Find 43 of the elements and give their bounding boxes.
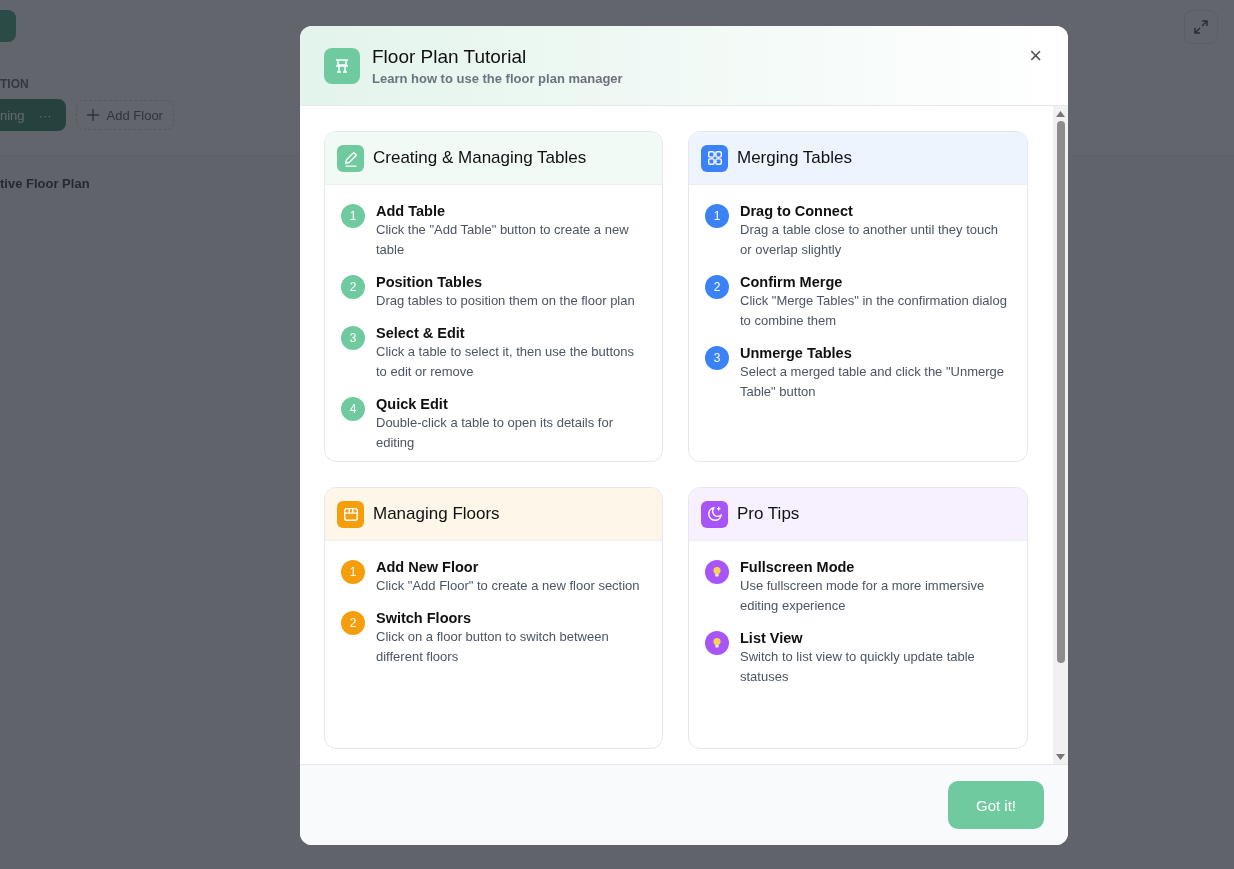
step-number: 2 [705,275,729,299]
step-title: Select & Edit [376,325,466,341]
step-title: Fullscreen Mode [740,559,856,575]
step-number: 3 [341,326,365,350]
step-number: 1 [341,560,365,584]
step-title: Unmerge Tables [740,345,853,361]
step-title: List View [740,630,804,646]
step-number: 2 [341,275,365,299]
scroll-down-icon[interactable] [1056,754,1065,760]
card-title: Creating & Managing Tables [373,148,587,168]
step-description: Click a table to select it, then use the buttons to edit or remove [376,343,635,381]
step-number: 1 [705,204,729,228]
step-description: Use fullscreen mode for a more immersive editing experience [740,577,986,615]
card-title: Managing Floors [373,504,500,524]
step-title: Add Table [376,203,446,219]
close-button[interactable]: × [1023,42,1048,70]
step-title: Confirm Merge [740,274,844,290]
step-description: Drag a table close to another until they touch or overlap slightly [740,221,999,259]
step-description: Click the "Add Table" button to create a new table [376,221,630,259]
step-title: Position Tables [376,274,484,290]
step-description: Switch to list view to quickly update table statuses [740,648,976,686]
step-description: Click on a floor button to switch between different floors [376,628,610,666]
step-description: Click "Merge Tables" in the confirmation dialog to combine them [740,292,1008,330]
step-number: 1 [341,204,365,228]
step-description: Drag tables to position them on the floor plan [376,292,635,310]
step-number: 2 [341,611,365,635]
step-title: Quick Edit [376,396,449,412]
got-it-button[interactable]: Got it! [948,781,1044,829]
dialog-title: Floor Plan Tutorial [372,45,528,68]
floor-plan-icon [324,47,360,84]
step-description: Select a merged table and click the "Unmerge Table" button [740,363,1006,401]
step-title: Drag to Connect [740,203,854,219]
card-title: Merging Tables [737,148,852,168]
step-number: 4 [341,397,365,421]
step-description: Double-click a table to open its details for editing [376,414,614,452]
dialog-subtitle: Learn how to use the floor plan manager [372,70,623,86]
scroll-up-icon[interactable] [1056,111,1065,117]
step-description: Click "Add Floor" to create a new floor section [376,577,640,595]
panel-title: tive Floor Plan [0,176,90,191]
card-title: Pro Tips [737,504,800,524]
step-title: Add New Floor [376,559,480,575]
step-title: Switch Floors [376,610,473,626]
step-number: 3 [705,346,729,370]
